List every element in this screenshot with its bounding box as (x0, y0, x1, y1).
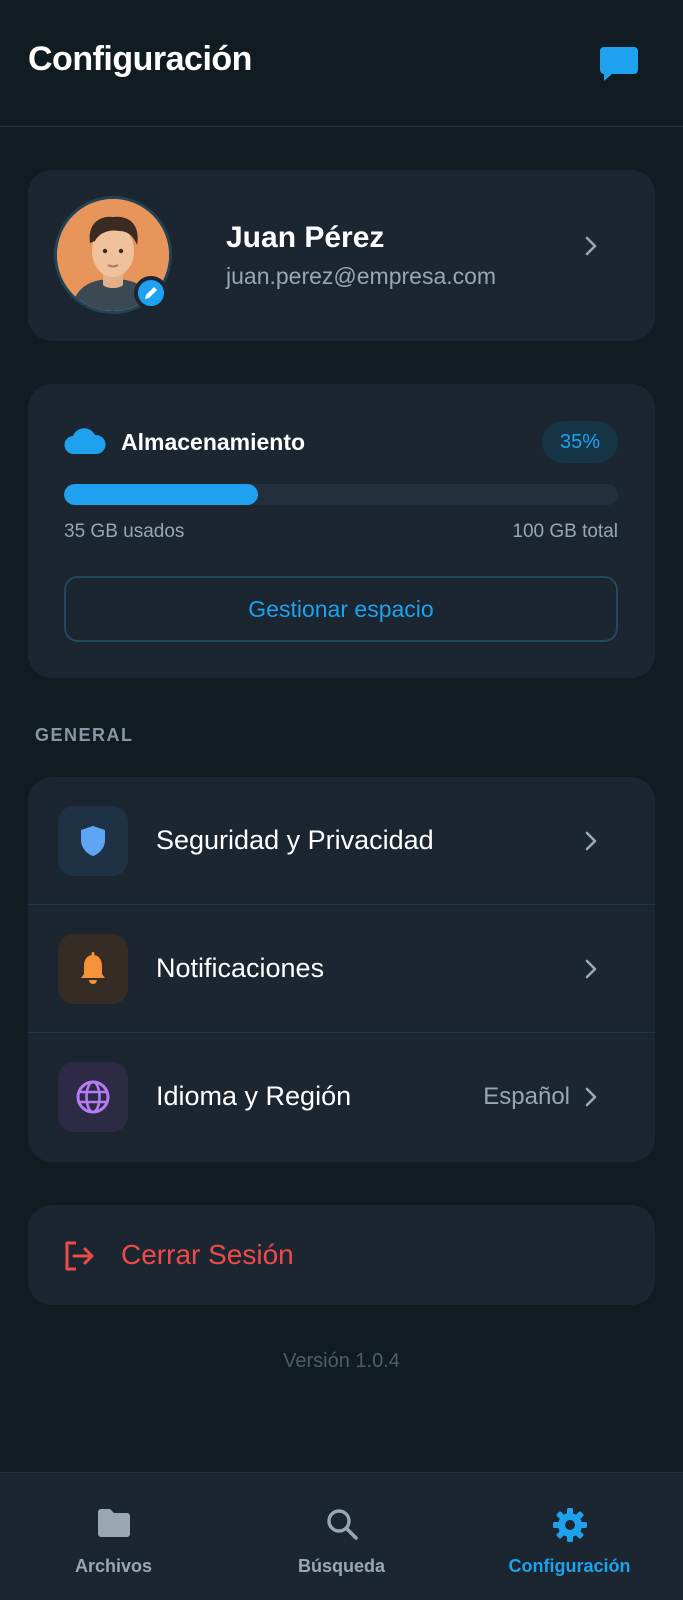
nav-label: Configuración (508, 1556, 631, 1576)
chat-bubble-icon[interactable] (598, 44, 640, 84)
nav-item-settings[interactable]: Configuración (456, 1473, 683, 1600)
language-value: Español (483, 1083, 570, 1110)
nav-item-files[interactable]: Archivos (0, 1473, 227, 1600)
chevron-right-icon (585, 959, 597, 979)
nav-label: Archivos (74, 1556, 153, 1576)
gear-icon (552, 1508, 587, 1542)
storage-title: Almacenamiento (121, 429, 306, 455)
version-text: Versión 1.0.4 (283, 1350, 400, 1372)
pencil-icon[interactable] (134, 276, 168, 310)
storage-progress-bar (64, 484, 618, 505)
logout-button[interactable]: Cerrar Sesión (28, 1205, 655, 1305)
menu-item-label: Notificaciones (156, 953, 325, 983)
search-icon (326, 1509, 358, 1540)
menu-item-language[interactable]: Idioma y Región Español (28, 1033, 655, 1161)
chevron-right-icon (585, 831, 597, 851)
menu-item-label: Idioma y Región (156, 1081, 352, 1111)
storage-progress-fill (64, 484, 258, 505)
profile-name: Juan Pérez (226, 221, 385, 254)
logout-icon (65, 1241, 94, 1271)
storage-total: 100 GB total (512, 521, 618, 542)
app-header: Configuración (0, 0, 683, 127)
logout-label: Cerrar Sesión (121, 1239, 294, 1270)
manage-space-button[interactable]: Gestionar espacio (64, 576, 618, 642)
profile-card[interactable]: Juan Pérez juan.perez@empresa.com (28, 170, 655, 341)
shield-icon (58, 806, 128, 876)
cloud-icon (64, 428, 106, 455)
storage-card: Almacenamiento 35% 35 GB usados 100 GB t… (28, 384, 655, 678)
menu-item-security[interactable]: Seguridad y Privacidad (28, 777, 655, 905)
chevron-right-icon (585, 236, 597, 256)
storage-percent-badge: 35% (542, 421, 618, 463)
nav-label: Búsqueda (297, 1556, 385, 1576)
menu-item-notifications[interactable]: Notificaciones (28, 905, 655, 1033)
storage-used: 35 GB usados (64, 521, 185, 542)
general-settings-card: Seguridad y Privacidad Notificaciones Id… (28, 777, 655, 1162)
bell-icon (58, 934, 128, 1004)
section-label-general: GENERAL (35, 725, 134, 745)
bottom-nav: Archivos Búsqueda Configuración (0, 1472, 683, 1600)
folder-icon (97, 1509, 130, 1537)
avatar-container (54, 196, 172, 314)
globe-icon (58, 1062, 128, 1132)
chevron-right-icon (585, 1087, 597, 1107)
nav-item-search[interactable]: Búsqueda (228, 1473, 455, 1600)
page-title: Configuración (28, 40, 252, 78)
menu-item-label: Seguridad y Privacidad (156, 825, 434, 855)
profile-email: juan.perez@empresa.com (226, 263, 497, 289)
